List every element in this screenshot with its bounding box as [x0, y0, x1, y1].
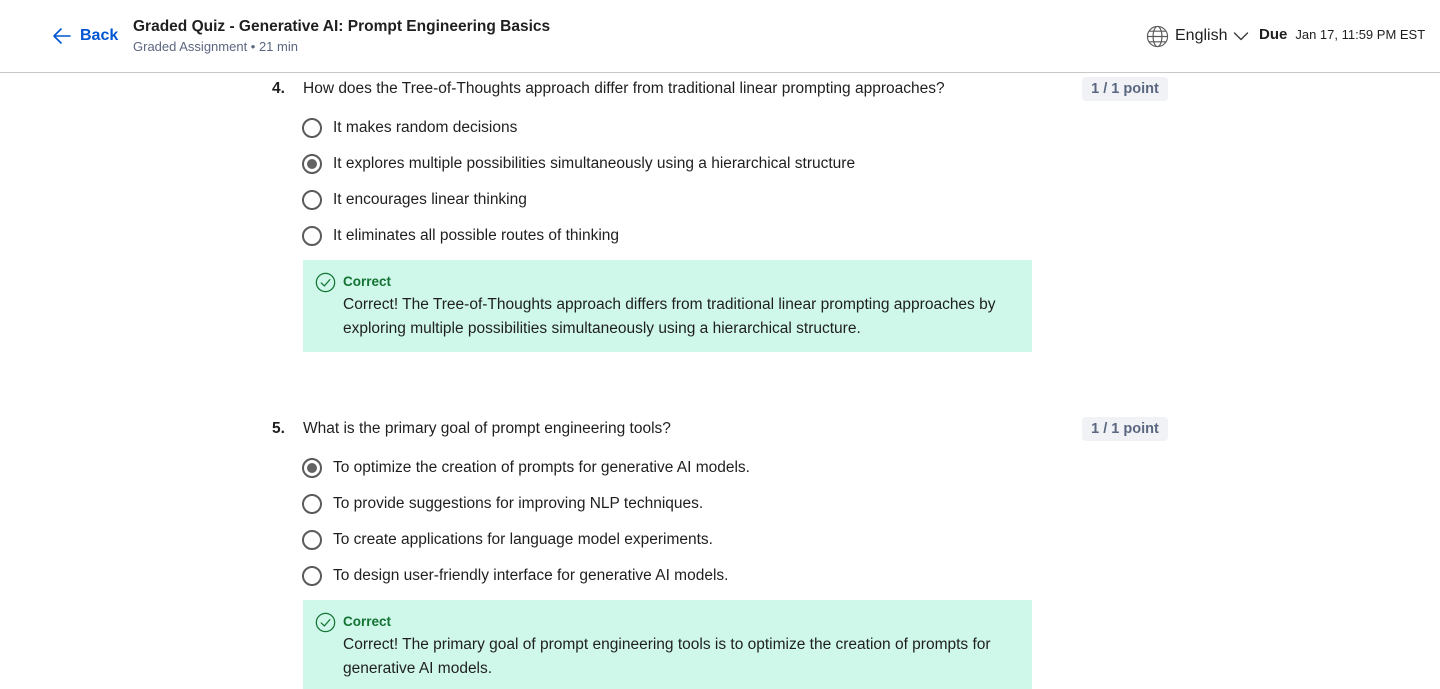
due-date-display: Due Jan 17, 11:59 PM EST: [1259, 26, 1425, 46]
radio-button[interactable]: [302, 494, 322, 514]
arrow-left-icon: [53, 28, 71, 44]
question-text: What is the primary goal of prompt engin…: [303, 420, 671, 437]
assignment-meta: Graded Assignment • 21 min: [133, 39, 298, 54]
answer-label: It encourages linear thinking: [333, 191, 527, 208]
chevron-down-icon: [1234, 32, 1249, 41]
check-circle-icon: [315, 612, 336, 633]
answer-option[interactable]: It makes random decisions: [302, 117, 517, 139]
radio-button-selected[interactable]: [302, 458, 322, 478]
answer-option[interactable]: It encourages linear thinking: [302, 189, 527, 211]
answer-label: It eliminates all possible routes of thi…: [333, 227, 620, 244]
feedback-text: Correct! The Tree-of-Thoughts approach d…: [343, 296, 996, 337]
question-number: 5.: [272, 420, 285, 437]
feedback-title: Correct: [343, 614, 392, 629]
answer-option[interactable]: To create applications for language mode…: [302, 529, 713, 551]
answer-label: It makes random decisions: [333, 119, 518, 136]
points-badge: 1 / 1 point: [1082, 417, 1168, 441]
answer-label: To create applications for language mode…: [333, 531, 713, 548]
answer-label: To provide suggestions for improving NLP…: [333, 495, 704, 512]
answer-option[interactable]: It eliminates all possible routes of thi…: [302, 225, 619, 247]
language-label: English: [1175, 27, 1228, 44]
feedback-correct: Correct Correct! The primary goal of pro…: [303, 600, 1032, 689]
language-selector[interactable]: English: [1146, 24, 1249, 48]
check-circle-icon: [315, 272, 336, 293]
question-number: 4.: [272, 80, 285, 97]
answer-option[interactable]: To provide suggestions for improving NLP…: [302, 493, 703, 515]
radio-button[interactable]: [302, 226, 322, 246]
feedback-correct: Correct Correct! The Tree-of-Thoughts ap…: [303, 260, 1032, 352]
radio-button[interactable]: [302, 566, 322, 586]
answer-label: To design user-friendly interface for ge…: [333, 567, 729, 584]
answer-option[interactable]: It explores multiple possibilities simul…: [302, 153, 855, 175]
answer-label: It explores multiple possibilities simul…: [333, 155, 856, 172]
feedback-text: Correct! The primary goal of prompt engi…: [343, 636, 991, 677]
points-badge: 1 / 1 point: [1082, 77, 1168, 101]
back-label: Back: [80, 27, 119, 44]
answer-option[interactable]: To design user-friendly interface for ge…: [302, 565, 728, 587]
globe-icon: [1146, 25, 1169, 47]
radio-button[interactable]: [302, 118, 322, 138]
assignment-title-block: Graded Quiz - Generative AI: Prompt Engi…: [133, 17, 550, 56]
page-title: Graded Quiz - Generative AI: Prompt Engi…: [133, 18, 551, 35]
answer-label: To optimize the creation of prompts for …: [333, 459, 750, 476]
feedback-title: Correct: [343, 274, 392, 289]
radio-button[interactable]: [302, 190, 322, 210]
due-label: Due: [1259, 26, 1288, 43]
radio-button[interactable]: [302, 530, 322, 550]
back-button[interactable]: Back: [52, 25, 118, 47]
top-header: Back Graded Quiz - Generative AI: Prompt…: [0, 0, 1440, 73]
radio-button-selected[interactable]: [302, 154, 322, 174]
due-date: Jan 17, 11:59 PM EST: [1295, 27, 1426, 42]
answer-option[interactable]: To optimize the creation of prompts for …: [302, 457, 750, 479]
question-text: How does the Tree-of-Thoughts approach d…: [303, 80, 945, 97]
